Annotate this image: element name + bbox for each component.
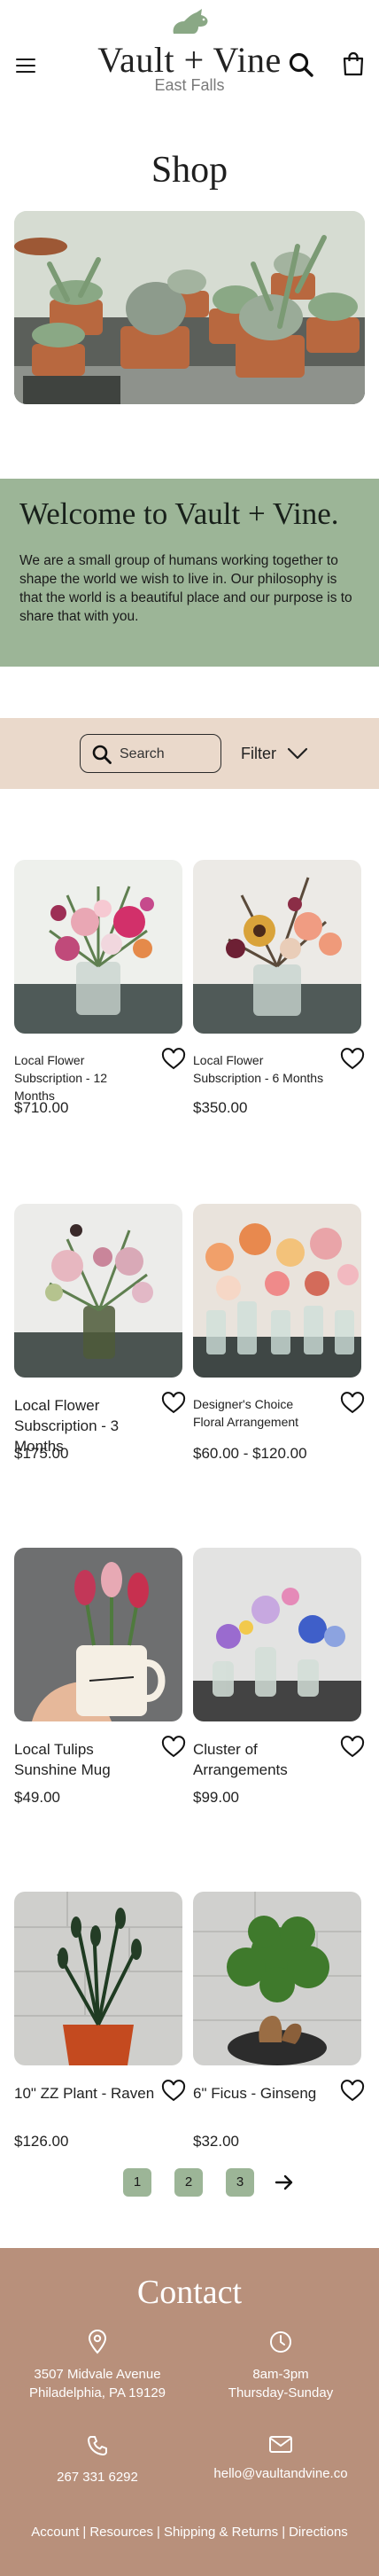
product-card[interactable]: Designer's Choice Floral Arrangement $60… — [193, 1204, 365, 1462]
welcome-title: Welcome to Vault + Vine. — [19, 496, 339, 531]
heart-wishlist-icon[interactable] — [161, 2080, 186, 2103]
clock-icon — [270, 2331, 291, 2353]
footer-link-shipping-returns[interactable]: Shipping & Returns — [164, 2525, 278, 2540]
search-filter-bar: Search Filter — [0, 718, 379, 789]
phone-icon — [88, 2436, 107, 2455]
welcome-section: Welcome to Vault + Vine. We are a small … — [0, 479, 379, 667]
product-card[interactable]: 6" Ficus - Ginseng $32.00 — [193, 1892, 365, 2150]
heart-wishlist-icon[interactable] — [161, 1048, 186, 1071]
product-price: $60.00 - $120.00 — [193, 1445, 307, 1462]
footer-links: Account | Resources | Shipping & Returns | Dir… — [0, 2525, 379, 2540]
product-card[interactable]: 10" ZZ Plant - Raven $126.00 — [14, 1892, 186, 2150]
location-label: East Falls — [154, 76, 225, 94]
product-price: $710.00 — [14, 1099, 69, 1116]
mail-icon — [269, 2436, 292, 2453]
filter-label: Filter — [241, 745, 276, 762]
page-3-button[interactable]: 3 — [226, 2168, 254, 2197]
product-image[interactable] — [14, 1204, 182, 1378]
heart-wishlist-icon[interactable] — [161, 1392, 186, 1415]
heart-wishlist-icon[interactable] — [161, 1736, 186, 1759]
heart-wishlist-icon[interactable] — [340, 1048, 365, 1071]
page-title: Shop — [151, 150, 228, 191]
product-price: $126.00 — [14, 2133, 69, 2150]
address-line-1: 3507 Midvale Avenue — [34, 2367, 161, 2382]
product-image[interactable] — [193, 1204, 361, 1378]
product-name[interactable]: 6" Ficus - Ginseng — [193, 2083, 335, 2104]
contact-email[interactable]: hello@vaultandvine.co — [188, 2434, 374, 2483]
footer-separator: | — [282, 2525, 286, 2540]
address-line-2: Philadelphia, PA 19129 — [28, 2385, 166, 2400]
heart-wishlist-icon[interactable] — [340, 2080, 365, 2103]
product-image[interactable] — [193, 1548, 361, 1721]
hours-line-2: Thursday-Sunday — [228, 2385, 334, 2400]
welcome-text: We are a small group of humans working t… — [19, 553, 352, 624]
contact-section: Contact 3507 Midvale Avenue Philadelphia… — [0, 2248, 379, 2576]
search-placeholder: Search — [120, 746, 165, 761]
product-price: $32.00 — [193, 2133, 239, 2150]
email-address[interactable]: hello@vaultandvine.co — [188, 2464, 374, 2483]
search-icon[interactable] — [288, 51, 314, 78]
product-price: $350.00 — [193, 1099, 248, 1116]
search-icon — [92, 745, 112, 764]
footer-separator: | — [157, 2525, 160, 2540]
product-name[interactable]: 10" ZZ Plant - Raven — [14, 2083, 156, 2104]
footer-link-directions[interactable]: Directions — [289, 2525, 348, 2540]
product-price: $49.00 — [14, 1789, 60, 1806]
shopping-bag-icon[interactable] — [342, 51, 365, 76]
product-price: $99.00 — [193, 1789, 239, 1806]
product-price: $175.00 — [14, 1445, 69, 1462]
hours-line-1: 8am-3pm — [252, 2367, 309, 2382]
product-card[interactable]: Local Flower Subscription - 6 Months $35… — [193, 860, 365, 1116]
arrow-right-icon[interactable] — [275, 2174, 294, 2191]
contact-address: 3507 Midvale Avenue Philadelphia, PA 191… — [4, 2330, 190, 2402]
contact-phone[interactable]: 267 331 6292 — [4, 2434, 190, 2486]
rabbit-logo-icon — [173, 9, 208, 34]
page-2-button[interactable]: 2 — [174, 2168, 203, 2197]
footer-link-account[interactable]: Account — [31, 2525, 79, 2540]
chevron-down-icon — [287, 747, 308, 760]
brand-logo[interactable]: Vault + Vine — [0, 39, 379, 81]
search-input[interactable]: Search — [80, 734, 221, 773]
product-image[interactable] — [14, 860, 182, 1034]
hero-image-succulents — [14, 211, 365, 404]
product-name[interactable]: Local Tulips Sunshine Mug — [14, 1739, 156, 1780]
product-image[interactable] — [193, 1892, 361, 2065]
product-image[interactable] — [193, 860, 361, 1034]
product-card[interactable]: Local Flower Subscription - 12 Months $7… — [14, 860, 186, 1116]
heart-wishlist-icon[interactable] — [340, 1392, 365, 1415]
product-name[interactable]: Cluster of Arrangements — [193, 1739, 335, 1780]
footer-separator: | — [82, 2525, 87, 2540]
phone-number[interactable]: 267 331 6292 — [4, 2468, 190, 2486]
product-name[interactable]: Designer's Choice Floral Arrangement — [193, 1395, 326, 1431]
product-image[interactable] — [14, 1548, 182, 1721]
heart-wishlist-icon[interactable] — [340, 1736, 365, 1759]
product-name[interactable]: Local Flower Subscription - 6 Months — [193, 1051, 326, 1087]
product-card[interactable]: Cluster of Arrangements $99.00 — [193, 1548, 365, 1806]
product-name[interactable]: Local Flower Subscription - 12 Months — [14, 1051, 147, 1105]
footer-link-resources[interactable]: Resources — [89, 2525, 153, 2540]
product-card[interactable]: Local Flower Subscription - 3 Months $17… — [14, 1204, 186, 1462]
pagination: 1 2 3 — [0, 2168, 379, 2204]
filter-button[interactable]: Filter — [241, 745, 308, 763]
page-1-button[interactable]: 1 — [123, 2168, 151, 2197]
product-image[interactable] — [14, 1892, 182, 2065]
contact-hours: 8am-3pm Thursday-Sunday — [188, 2330, 374, 2402]
map-pin-icon — [88, 2330, 107, 2354]
product-card[interactable]: Local Tulips Sunshine Mug $49.00 — [14, 1548, 186, 1806]
site-header: Vault + Vine East Falls — [0, 0, 379, 115]
contact-title: Contact — [136, 2274, 243, 2311]
